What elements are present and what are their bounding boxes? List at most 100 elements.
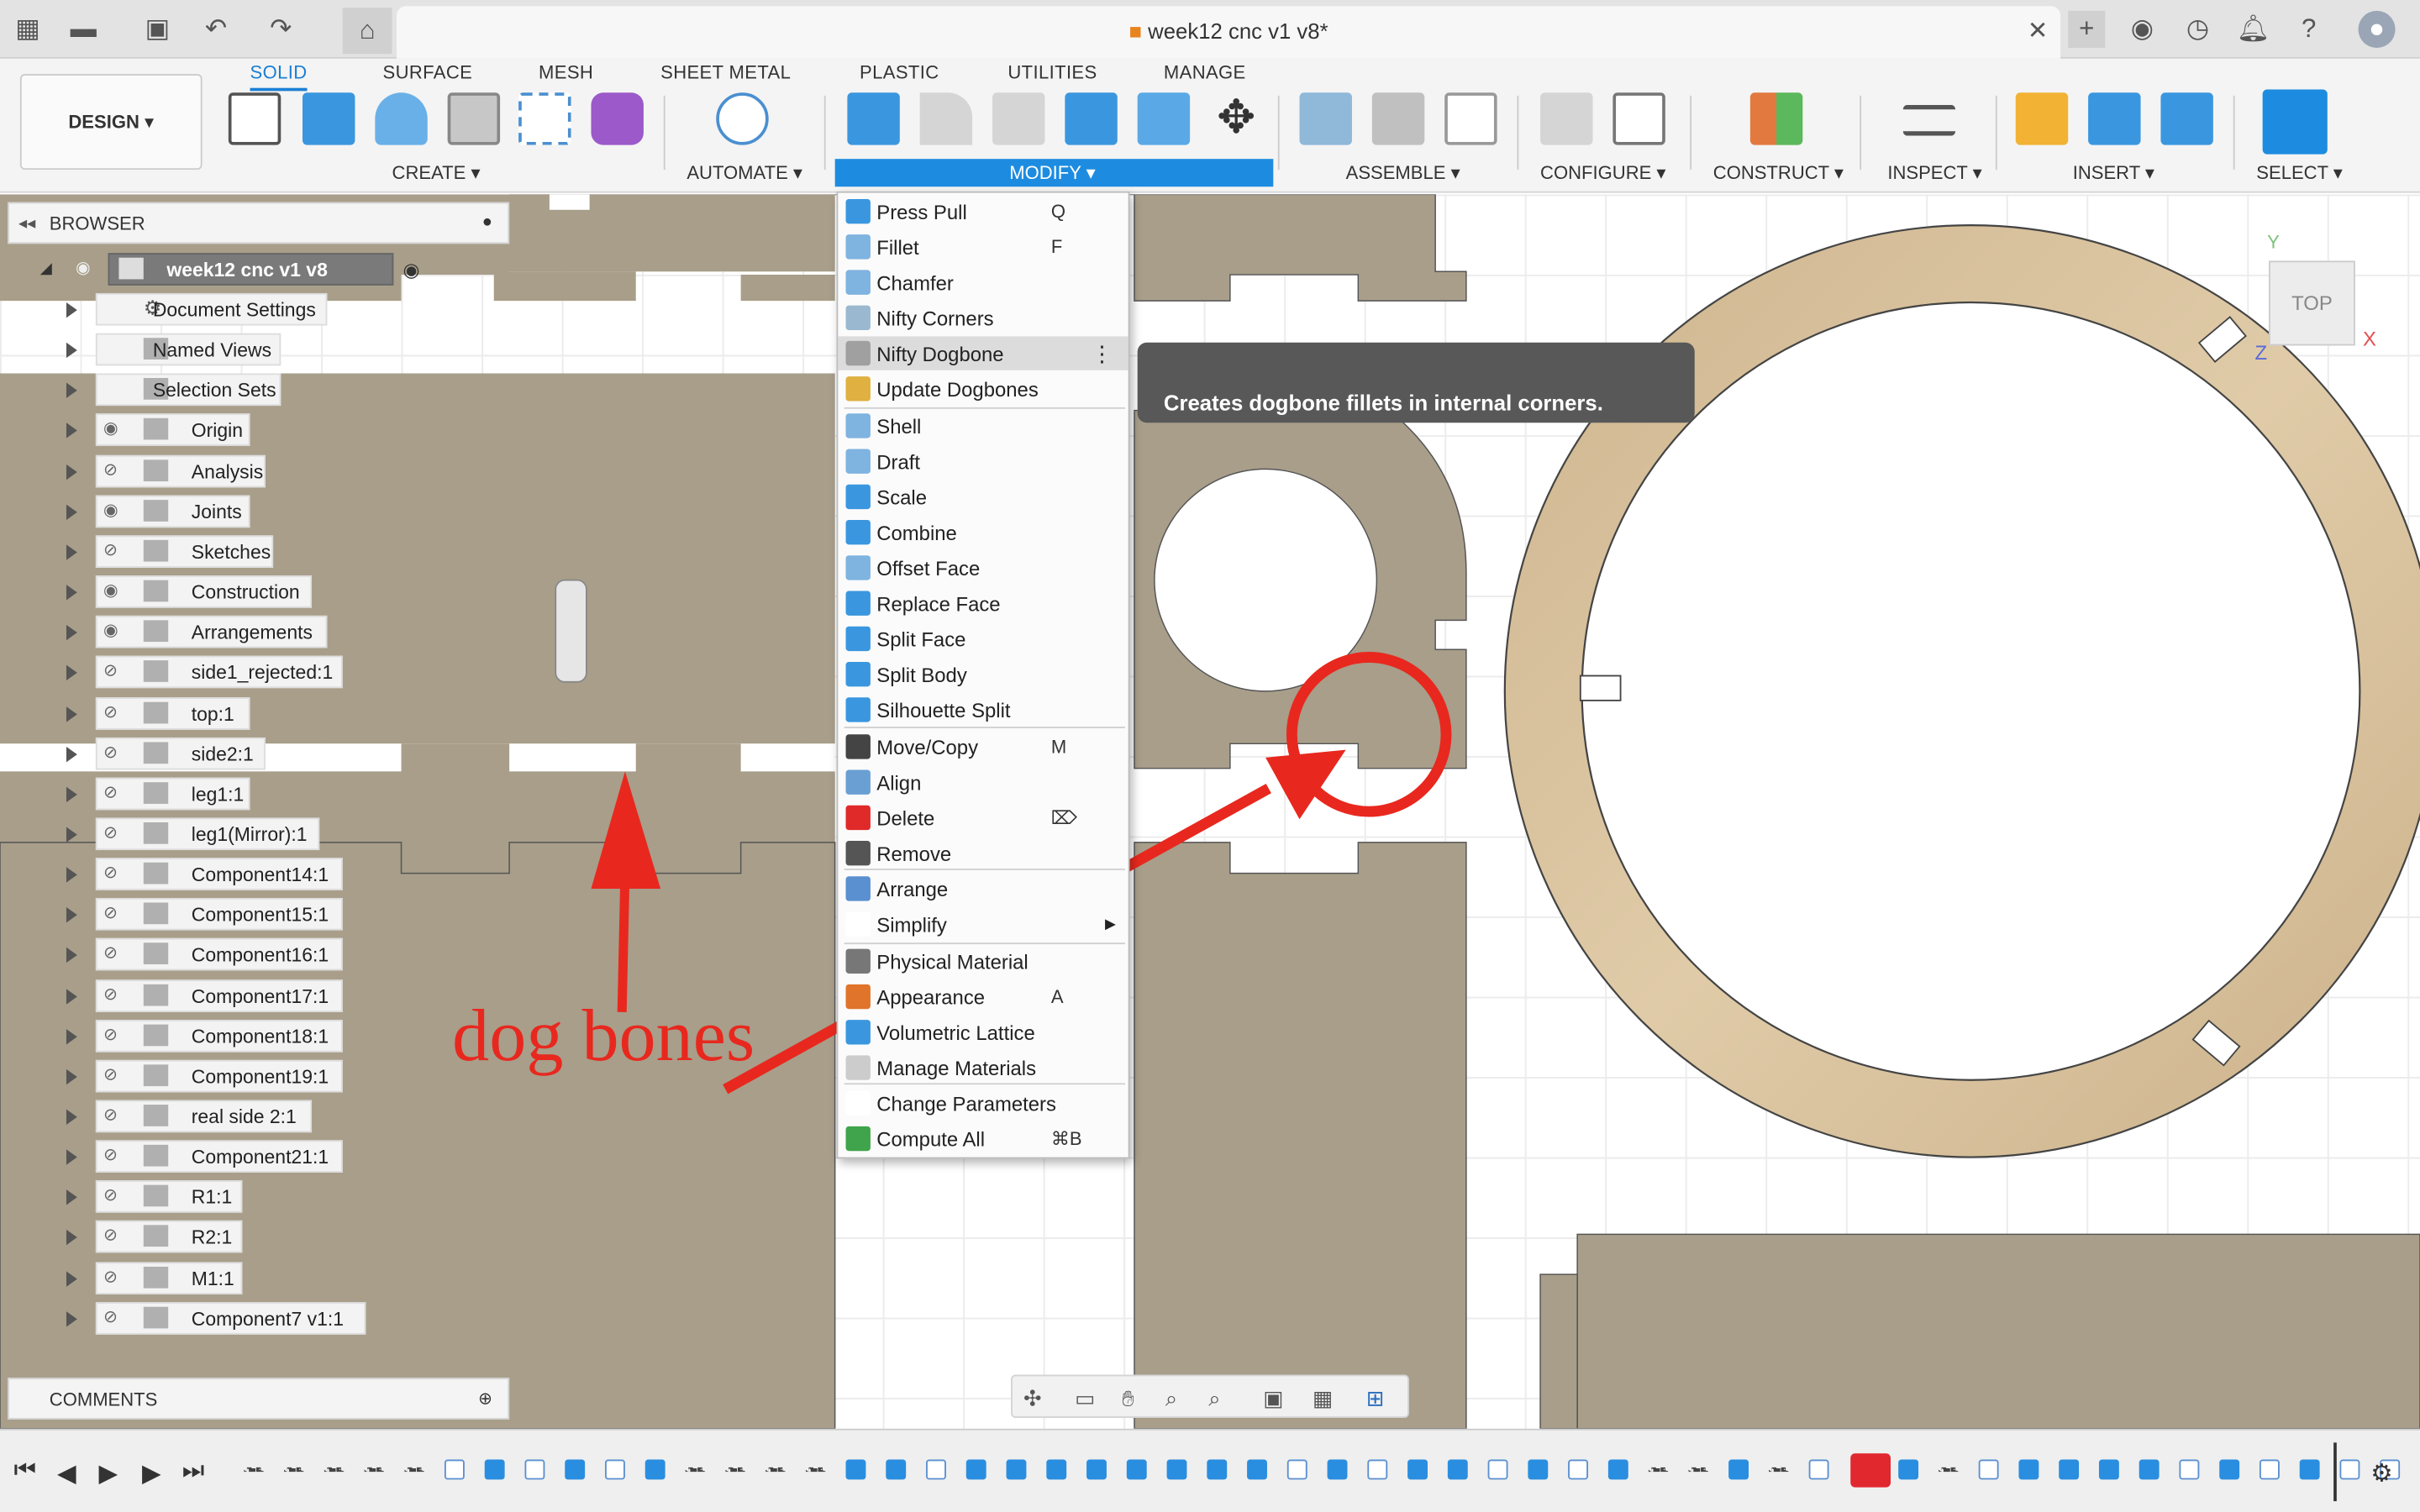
activate-radio-icon[interactable]: ◉ [403, 258, 420, 281]
expand-arrow-icon[interactable] [66, 867, 77, 883]
grid-settings-icon[interactable]: ▦ [1309, 1384, 1337, 1412]
browser-node[interactable]: ⊘ M1:1 [95, 1261, 243, 1294]
insert-canvas-icon[interactable] [2160, 92, 2213, 145]
visibility-icon[interactable]: ⊘ [103, 1187, 128, 1205]
browser-node[interactable]: ⊘ R1:1 [95, 1180, 243, 1214]
timeline-playhead[interactable] [2333, 1442, 2337, 1502]
menu-item-silhouette-split[interactable]: Silhouette Split [838, 693, 1128, 727]
expand-arrow-icon[interactable] [66, 948, 77, 963]
combine-icon[interactable] [1065, 92, 1118, 145]
design-workspace-button[interactable]: DESIGN ▾ [19, 74, 203, 171]
component-feature-icon[interactable] [685, 1467, 706, 1473]
component-feature-icon[interactable] [765, 1467, 786, 1473]
menu-item-press-pull[interactable]: Press Pull Q [838, 194, 1128, 228]
help-icon[interactable]: ? [2291, 11, 2328, 48]
app-grid-icon[interactable]: ▦ [9, 11, 46, 48]
expand-arrow-icon[interactable] [66, 1028, 77, 1044]
as-built-joint-icon[interactable] [1444, 92, 1497, 145]
expand-arrow-icon[interactable] [66, 544, 77, 560]
menu-item-arrange[interactable]: Arrange [838, 872, 1128, 906]
visibility-icon[interactable]: ⊘ [103, 460, 128, 479]
notifications-icon[interactable]: 🔔︎ [2235, 11, 2272, 48]
browser-header[interactable]: ◂◂ BROWSER ● [8, 202, 510, 244]
visibility-icon[interactable]: ⊘ [103, 703, 128, 722]
automate-group-label[interactable]: AUTOMATE ▾ [687, 162, 802, 184]
tab-mesh[interactable]: MESH [539, 61, 593, 83]
menu-item-volumetric-lattice[interactable]: Volumetric Lattice [838, 1016, 1128, 1049]
configure-icon[interactable] [1540, 92, 1593, 145]
menu-item-simplify[interactable]: Simplify ▸ [838, 907, 1128, 941]
component-feature-icon[interactable] [1768, 1467, 1789, 1473]
undo-icon[interactable]: ↶ [197, 11, 234, 48]
tab-solid[interactable]: SOLID [250, 61, 308, 92]
expand-arrow-icon[interactable] [66, 746, 77, 762]
browser-node[interactable]: ⊘ R2:1 [95, 1221, 243, 1254]
browser-node[interactable]: Selection Sets [95, 374, 281, 407]
file-icon[interactable]: ▬ [65, 11, 102, 48]
visibility-icon[interactable]: ⊘ [103, 1227, 128, 1246]
menu-item-align[interactable]: Align [838, 765, 1128, 799]
move-icon[interactable]: ✥ [1210, 92, 1262, 144]
extrude-feature-icon[interactable] [484, 1459, 505, 1480]
expand-arrow-icon[interactable] [66, 1270, 77, 1287]
browser-node[interactable]: ⊘ side1_rejected:1 [95, 656, 343, 689]
expand-icon[interactable]: ◢ [40, 260, 52, 277]
go-to-end-icon[interactable]: ⏭ [182, 1458, 204, 1486]
create-group-label[interactable]: CREATE ▾ [392, 162, 481, 184]
sketch-feature-icon[interactable] [444, 1459, 465, 1480]
component-feature-icon[interactable] [1648, 1467, 1669, 1473]
extrude-feature-icon[interactable] [1166, 1459, 1187, 1480]
expand-arrow-icon[interactable] [66, 907, 77, 923]
menu-item-chamfer[interactable]: Chamfer [838, 265, 1128, 299]
inspect-group-label[interactable]: INSPECT ▾ [1887, 162, 1981, 184]
expand-arrow-icon[interactable] [66, 1149, 77, 1165]
sketch-feature-icon[interactable] [2179, 1459, 2200, 1480]
extrude-feature-icon[interactable] [1247, 1459, 1267, 1480]
go-to-start-icon[interactable]: ⏮ [14, 1458, 36, 1486]
expand-arrow-icon[interactable] [66, 988, 77, 1004]
menu-item-remove[interactable]: Remove [838, 837, 1128, 870]
modify-group-label[interactable]: MODIFY ▾ [1009, 162, 1096, 184]
browser-node[interactable]: ◉ Joints [95, 495, 250, 528]
sketch-feature-icon[interactable] [524, 1459, 545, 1480]
extensions-icon[interactable]: ◉ [2123, 11, 2160, 48]
menu-item-split-face[interactable]: Split Face [838, 622, 1128, 655]
play-icon[interactable]: ▶︎ [99, 1458, 118, 1489]
extrude-feature-icon[interactable] [1207, 1459, 1228, 1480]
expand-arrow-icon[interactable] [66, 585, 77, 601]
visibility-icon[interactable]: ⊘ [103, 824, 128, 843]
pan-icon[interactable]: ✋︎ [1114, 1384, 1142, 1412]
browser-pin-icon[interactable]: ● [482, 213, 492, 231]
pattern-icon[interactable] [518, 92, 571, 145]
orbit-icon[interactable]: ✣ [1018, 1384, 1046, 1412]
comments-panel[interactable]: COMMENTS ⊕ [8, 1378, 510, 1420]
menu-item-update-dogbones[interactable]: Update Dogbones [838, 372, 1128, 406]
browser-node[interactable]: Named Views [95, 333, 281, 366]
hole-icon[interactable] [447, 92, 501, 145]
extrude-feature-icon[interactable] [845, 1459, 866, 1480]
viewports-icon[interactable]: ⊞ [1361, 1384, 1389, 1412]
menu-item-split-body[interactable]: Split Body [838, 657, 1128, 690]
extrude-feature-icon[interactable] [1898, 1459, 1919, 1480]
visibility-icon[interactable]: ⊘ [103, 743, 128, 762]
extrude-feature-icon[interactable] [2299, 1459, 2320, 1480]
component-feature-icon[interactable] [244, 1467, 265, 1473]
visibility-icon[interactable]: ⊘ [103, 1106, 128, 1125]
sketch-feature-icon[interactable] [1367, 1459, 1388, 1480]
component-feature-icon[interactable] [283, 1467, 304, 1473]
menu-item-replace-face[interactable]: Replace Face [838, 586, 1128, 620]
menu-item-manage-materials[interactable]: Manage Materials [838, 1051, 1128, 1084]
sketch-feature-icon[interactable] [1487, 1459, 1508, 1480]
expand-arrow-icon[interactable] [66, 1310, 77, 1327]
menu-item-nifty-dogbone[interactable]: Nifty Dogbone ⋮ [838, 336, 1128, 370]
measure-icon[interactable] [1902, 104, 1956, 136]
extrude-icon[interactable] [302, 92, 355, 145]
document-tab[interactable]: ■ week12 cnc v1 v8* ✕ [397, 6, 2061, 59]
menu-item-nifty-corners[interactable]: Nifty Corners [838, 301, 1128, 334]
extrude-feature-icon[interactable] [1447, 1459, 1468, 1480]
visibility-icon[interactable]: ⊘ [103, 945, 128, 963]
expand-arrow-icon[interactable] [66, 827, 77, 843]
browser-node[interactable]: ◉ Arrangements [95, 616, 328, 648]
expand-arrow-icon[interactable] [66, 302, 77, 318]
extrude-feature-icon[interactable] [1528, 1459, 1549, 1480]
